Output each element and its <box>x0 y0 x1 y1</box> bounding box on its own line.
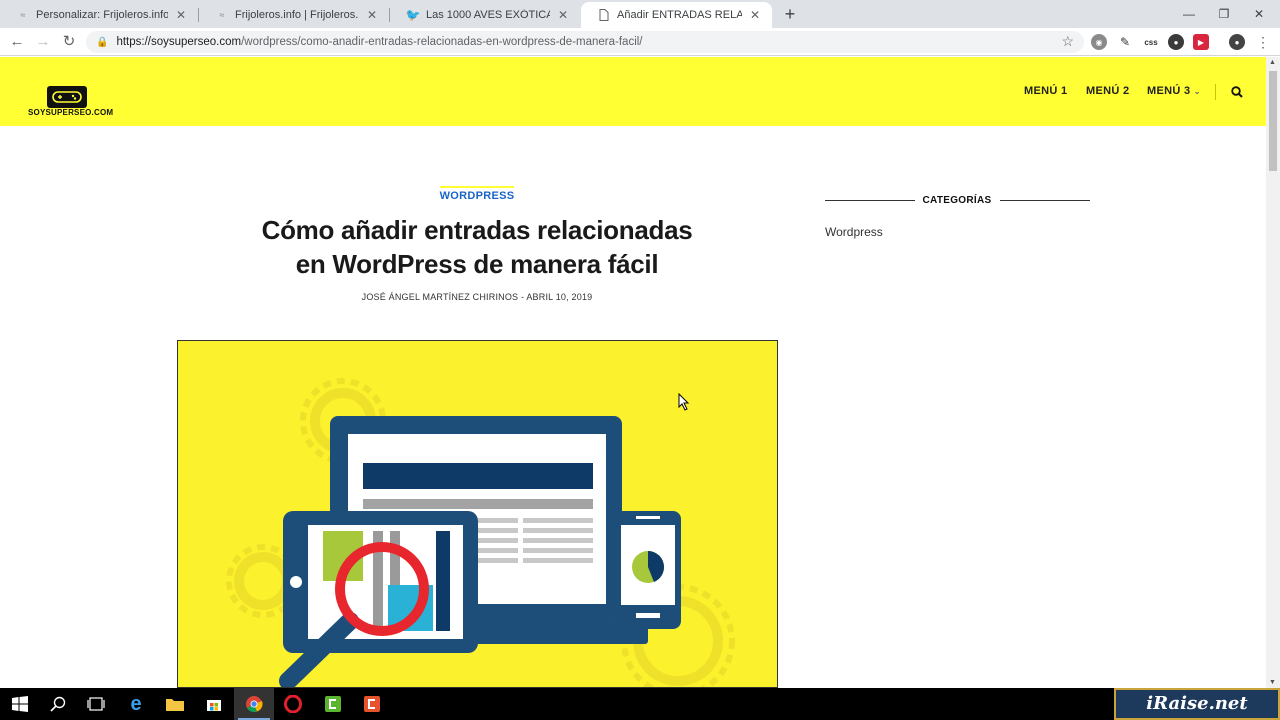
site-header: SOYSUPERSEO.COM MENÚ 1 MENÚ 2 MENÚ 3 ⌄ <box>0 57 1266 126</box>
menu-item-3[interactable]: MENÚ 3 ⌄ <box>1147 85 1201 97</box>
edge-browser-icon[interactable]: e <box>116 688 156 720</box>
store-icon[interactable] <box>194 688 234 720</box>
scroll-up-arrow-icon[interactable]: ▲ <box>1269 59 1276 66</box>
task-view-icon[interactable] <box>76 688 116 720</box>
lock-icon: 🔒 <box>96 36 109 48</box>
tab-title: Frijoleros.info | Frijoleros.info <box>235 9 359 21</box>
close-tab-icon[interactable]: ✕ <box>365 8 379 22</box>
sidebar-title-rule-left <box>825 200 915 201</box>
close-tab-icon[interactable]: ✕ <box>556 8 570 22</box>
menu-item-1[interactable]: MENÚ 1 <box>1024 85 1067 97</box>
site-logo[interactable]: SOYSUPERSEO.COM <box>28 86 114 118</box>
chrome-icon[interactable] <box>234 688 274 720</box>
tab-active-anadir[interactable]: Añadir ENTRADAS RELACIONADA ✕ <box>581 2 772 28</box>
post-category-label: WORDPRESS <box>439 186 515 202</box>
windows-taskbar: e iRaise.net <box>0 688 1280 720</box>
menu-item-2[interactable]: MENÚ 2 <box>1086 85 1129 97</box>
watermark-logo: iRaise.net <box>1114 688 1280 720</box>
menu-divider <box>1215 84 1216 100</box>
sidebar-title-rule-right <box>1000 200 1090 201</box>
post-title-line-2: en WordPress de manera fácil <box>295 249 659 279</box>
sidebar-category-link[interactable]: Wordpress <box>825 225 883 239</box>
sidebar-widget-title: CATEGORÍAS <box>922 195 992 206</box>
search-icon[interactable] <box>38 688 78 720</box>
url-host: https://soysuperseo.com <box>116 36 242 48</box>
windows-start-icon[interactable] <box>0 688 40 720</box>
address-bar[interactable]: 🔒 https://soysuperseo.com/wordpress/como… <box>86 31 1084 53</box>
post-title-line-1: Cómo añadir entradas relacionadas <box>261 215 693 245</box>
close-tab-icon[interactable]: ✕ <box>174 8 188 22</box>
opera-icon[interactable] <box>273 688 313 720</box>
minimize-window-icon[interactable]: — <box>1172 0 1206 28</box>
browser-tab-strip: ≈ Personalizar: Frijoleros.info | Frijo … <box>0 0 1280 28</box>
tab-title: Personalizar: Frijoleros.info | Frijo <box>36 9 168 21</box>
close-window-icon[interactable]: ✕ <box>1242 0 1276 28</box>
forward-arrow-icon[interactable]: → <box>33 32 53 52</box>
chevron-down-icon: ⌄ <box>1193 87 1201 96</box>
web-page: SOYSUPERSEO.COM MENÚ 1 MENÚ 2 MENÚ 3 ⌄ W… <box>0 57 1266 688</box>
extension-dark-icon[interactable]: ● <box>1168 34 1184 50</box>
tab-frijoleros[interactable]: ≈ Frijoleros.info | Frijoleros.info ✕ <box>199 2 389 28</box>
extension-css-icon[interactable]: css <box>1141 34 1161 50</box>
tab-personalizar[interactable]: ≈ Personalizar: Frijoleros.info | Frijo … <box>0 2 198 28</box>
camtasia-orange-icon[interactable] <box>352 688 392 720</box>
restore-window-icon[interactable]: ❐ <box>1207 0 1241 28</box>
browser-toolbar: ← → ↻ 🔒 https://soysuperseo.com/wordpres… <box>0 28 1280 56</box>
bookmark-star-icon[interactable]: ☆ <box>1061 33 1074 50</box>
gamepad-icon <box>47 86 87 108</box>
frijoleros-favicon-icon: ≈ <box>219 10 225 20</box>
tab-aves[interactable]: 🐦 Las 1000 AVES EXÓTICAS más be ✕ <box>390 2 580 28</box>
menu-kebab-icon[interactable]: ⋮ <box>1255 34 1271 50</box>
extension-red-icon[interactable]: ▶ <box>1193 34 1209 50</box>
tab-title: Las 1000 AVES EXÓTICAS más be <box>426 9 550 21</box>
page-favicon-icon <box>597 8 611 22</box>
menu-item-3-label: MENÚ 3 <box>1147 85 1191 97</box>
file-explorer-icon[interactable] <box>155 688 195 720</box>
reload-icon[interactable]: ↻ <box>59 32 79 52</box>
post-title: Cómo añadir entradas relacionadas en Wor… <box>177 213 777 281</box>
logo-text: SOYSUPERSEO.COM <box>28 108 114 117</box>
extension-eyedropper-icon[interactable]: ✎ <box>1117 34 1133 50</box>
post-meta: JOSÉ ÁNGEL MARTÍNEZ CHIRINOS - ABRIL 10,… <box>361 292 593 302</box>
extension-globe-icon[interactable]: ◉ <box>1091 34 1107 50</box>
scrollbar-thumb[interactable] <box>1269 71 1277 171</box>
mouse-cursor-icon <box>678 393 690 411</box>
profile-avatar-icon[interactable]: ● <box>1229 34 1245 50</box>
new-tab-button[interactable]: + <box>780 4 800 24</box>
page-scrollbar[interactable]: ▲ ▼ <box>1266 57 1280 688</box>
bird-favicon-icon: 🐦 <box>405 8 421 22</box>
tab-title: Añadir ENTRADAS RELACIONADA <box>617 9 742 21</box>
back-arrow-icon[interactable]: ← <box>7 32 27 52</box>
search-icon[interactable] <box>1231 86 1243 98</box>
close-tab-icon[interactable]: ✕ <box>748 8 762 22</box>
frijoleros-favicon-icon: ≈ <box>20 10 26 20</box>
camtasia-green-icon[interactable] <box>313 688 353 720</box>
url-path: /wordpress/como-anadir-entradas-relacion… <box>241 36 643 48</box>
scroll-down-arrow-icon[interactable]: ▼ <box>1269 679 1276 686</box>
post-category-link[interactable]: WORDPRESS <box>0 186 954 202</box>
